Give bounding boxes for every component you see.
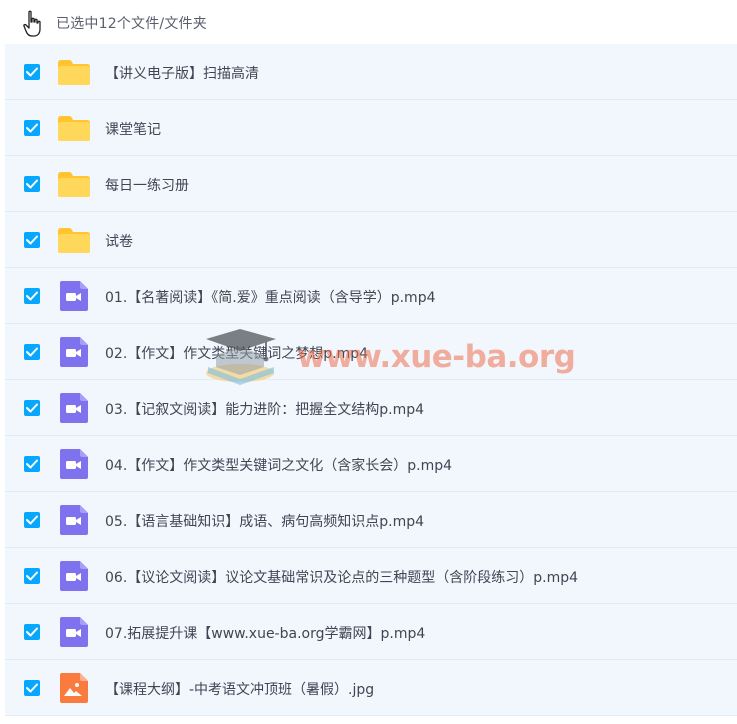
video-file-icon [57,505,91,535]
file-name[interactable]: 每日一练习册 [105,175,189,195]
folder-icon [57,170,91,198]
file-row[interactable]: 06.【议论文阅读】议论文基础常识及论点的三种题型（含阶段练习）p.mp4 [5,548,737,604]
row-checkbox[interactable] [24,288,40,304]
folder-icon [57,58,91,86]
video-file-icon [57,561,91,591]
file-row[interactable]: 【课程大纲】-中考语文冲顶班（暑假）.jpg [5,660,737,716]
row-checkbox[interactable] [24,512,40,528]
file-row[interactable]: 04.【作文】作文类型关键词之文化（含家长会）p.mp4 [5,436,737,492]
video-file-icon [57,337,91,367]
file-name[interactable]: 04.【作文】作文类型关键词之文化（含家长会）p.mp4 [105,455,452,475]
row-checkbox[interactable] [24,400,40,416]
video-file-icon [57,449,91,479]
file-row[interactable]: 【讲义电子版】扫描高清 [5,44,737,100]
file-row[interactable]: 课堂笔记 [5,100,737,156]
row-checkbox[interactable] [24,176,40,192]
file-name[interactable]: 【讲义电子版】扫描高清 [105,63,259,83]
row-checkbox[interactable] [24,624,40,640]
row-checkbox[interactable] [24,232,40,248]
file-row[interactable]: 05.【语言基础知识】成语、病句高频知识点p.mp4 [5,492,737,548]
video-file-icon [57,393,91,423]
video-file-icon [57,617,91,647]
file-row[interactable]: 03.【记叙文阅读】能力进阶：把握全文结构p.mp4 [5,380,737,436]
folder-icon [57,226,91,254]
row-checkbox[interactable] [24,568,40,584]
file-row[interactable]: 01.【名著阅读】《简.爱》重点阅读（含导学）p.mp4 [5,268,737,324]
selection-header: 已选中12个文件/文件夹 [0,0,737,44]
row-checkbox[interactable] [24,456,40,472]
file-name[interactable]: 【课程大纲】-中考语文冲顶班（暑假）.jpg [105,679,374,699]
video-file-icon [57,281,91,311]
file-row[interactable]: 试卷 [5,212,737,268]
file-name[interactable]: 07.拓展提升课【www.xue-ba.org学霸网】p.mp4 [105,623,425,643]
selection-count-text: 已选中12个文件/文件夹 [56,16,207,32]
row-checkbox[interactable] [24,344,40,360]
file-name[interactable]: 03.【记叙文阅读】能力进阶：把握全文结构p.mp4 [105,399,424,419]
image-file-icon [57,673,91,703]
row-checkbox[interactable] [24,680,40,696]
file-row[interactable]: 07.拓展提升课【www.xue-ba.org学霸网】p.mp4 [5,604,737,660]
file-name[interactable]: 试卷 [105,231,133,251]
hand-cursor-icon [22,10,44,38]
file-row[interactable]: 02.【作文】作文类型关键词之梦想p.mp4 [5,324,737,380]
file-name[interactable]: 02.【作文】作文类型关键词之梦想p.mp4 [105,343,368,363]
folder-icon [57,114,91,142]
row-checkbox[interactable] [24,64,40,80]
file-name[interactable]: 01.【名著阅读】《简.爱》重点阅读（含导学）p.mp4 [105,287,435,307]
file-name[interactable]: 06.【议论文阅读】议论文基础常识及论点的三种题型（含阶段练习）p.mp4 [105,567,578,587]
file-list: 【讲义电子版】扫描高清 课堂笔记每日一练习册 试卷 01.【名著阅读】《简.爱》重点阅… [5,44,737,716]
file-row[interactable]: 每日一练习册 [5,156,737,212]
file-name[interactable]: 课堂笔记 [105,119,161,139]
row-checkbox[interactable] [24,120,40,136]
file-name[interactable]: 05.【语言基础知识】成语、病句高频知识点p.mp4 [105,511,424,531]
